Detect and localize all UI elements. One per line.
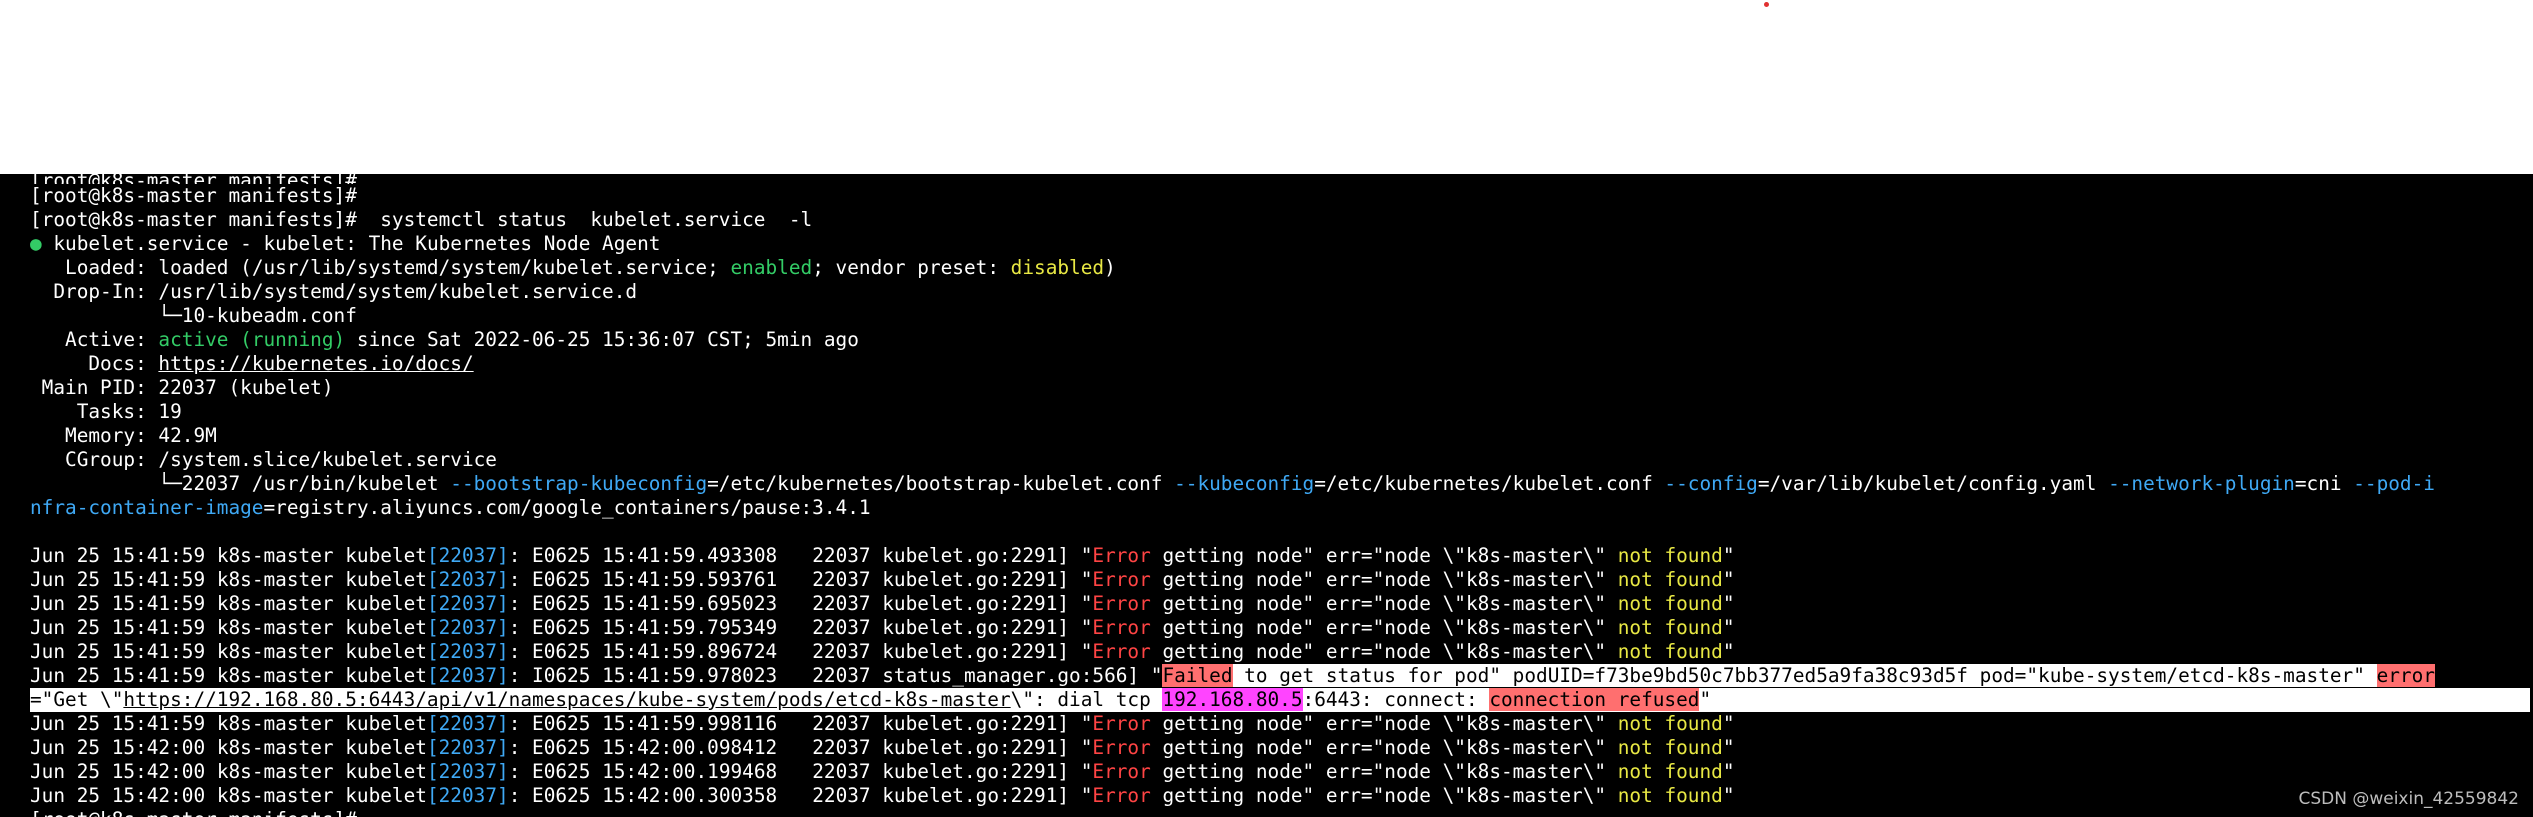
red-dot-marker (1764, 2, 1769, 7)
loaded-line: Loaded: loaded (/usr/lib/systemd/system/… (30, 256, 1116, 279)
disabled-text: disabled (1010, 256, 1105, 279)
status-log-line: Jun 25 15:41:59 k8s-master kubelet[22037… (30, 664, 2435, 687)
log-line: Jun 25 15:41:59 k8s-master kubelet[22037… (30, 616, 1735, 639)
memory-line: Memory: 42.9M (30, 424, 217, 447)
ip-highlight: 192.168.80.5 (1162, 688, 1303, 711)
cgroup-line: CGroup: /system.slice/kubelet.service (30, 448, 497, 471)
log-line: Jun 25 15:41:59 k8s-master kubelet[22037… (30, 568, 1735, 591)
cmdline-line-1: └─22037 /usr/bin/kubelet --bootstrap-kub… (30, 472, 2435, 495)
service-title-line: ● kubelet.service - kubelet: The Kuberne… (30, 232, 2530, 256)
docs-line: Docs: https://kubernetes.io/docs/ (30, 352, 474, 375)
active-line: Active: active (running) since Sat 2022-… (30, 328, 859, 351)
terminal-prompt-partial: [root@k8s-master manifests]# (30, 174, 2530, 184)
log-line: Jun 25 15:41:59 k8s-master kubelet[22037… (30, 712, 1735, 735)
terminal-prompt-bottom: [root@k8s-master manifests]# (30, 808, 2530, 817)
failed-highlight: Failed (1162, 664, 1233, 687)
log-line: Jun 25 15:41:59 k8s-master kubelet[22037… (30, 640, 1735, 663)
main-pid-line: Main PID: 22037 (kubelet) (30, 376, 334, 399)
service-title: kubelet.service - kubelet: The Kubernete… (53, 232, 661, 255)
terminal-output: [root@k8s-master manifests]# [root@k8s-m… (30, 174, 2530, 817)
docs-link[interactable]: https://kubernetes.io/docs/ (158, 352, 473, 375)
refused-highlight: connection refused (1489, 688, 1700, 711)
active-state: active (running) (158, 328, 346, 351)
dropin-child-line: └─10-kubeadm.conf (30, 304, 357, 327)
tasks-line: Tasks: 19 (30, 400, 182, 423)
log-line: Jun 25 15:42:00 k8s-master kubelet[22037… (30, 736, 1735, 759)
status-dot-icon: ● (30, 232, 42, 255)
cmdline-line-2: nfra-container-image=registry.aliyuncs.c… (30, 496, 871, 519)
command-text: systemctl status kubelet.service -l (356, 208, 813, 231)
error-highlight: error (2376, 664, 2435, 687)
watermark: CSDN @weixin_42559842 (2298, 789, 2519, 809)
status-log-wrap-line: ="Get \"https://192.168.80.5:6443/api/v1… (30, 688, 2530, 712)
terminal-window[interactable]: [root@k8s-master manifests]# [root@k8s-m… (0, 174, 2533, 817)
log-line: Jun 25 15:42:00 k8s-master kubelet[22037… (30, 760, 1735, 783)
terminal-prompt: [root@k8s-master manifests]# (30, 184, 357, 207)
log-line: Jun 25 15:41:59 k8s-master kubelet[22037… (30, 544, 1735, 567)
dropin-line: Drop-In: /usr/lib/systemd/system/kubelet… (30, 280, 638, 303)
terminal-command-line: [root@k8s-master manifests]# systemctl s… (30, 208, 813, 231)
api-url: https://192.168.80.5:6443/api/v1/namespa… (123, 688, 1011, 711)
log-line: Jun 25 15:41:59 k8s-master kubelet[22037… (30, 592, 1735, 615)
blank-top-area (0, 0, 2533, 174)
log-line: Jun 25 15:42:00 k8s-master kubelet[22037… (30, 784, 1735, 807)
enabled-text: enabled (730, 256, 813, 279)
